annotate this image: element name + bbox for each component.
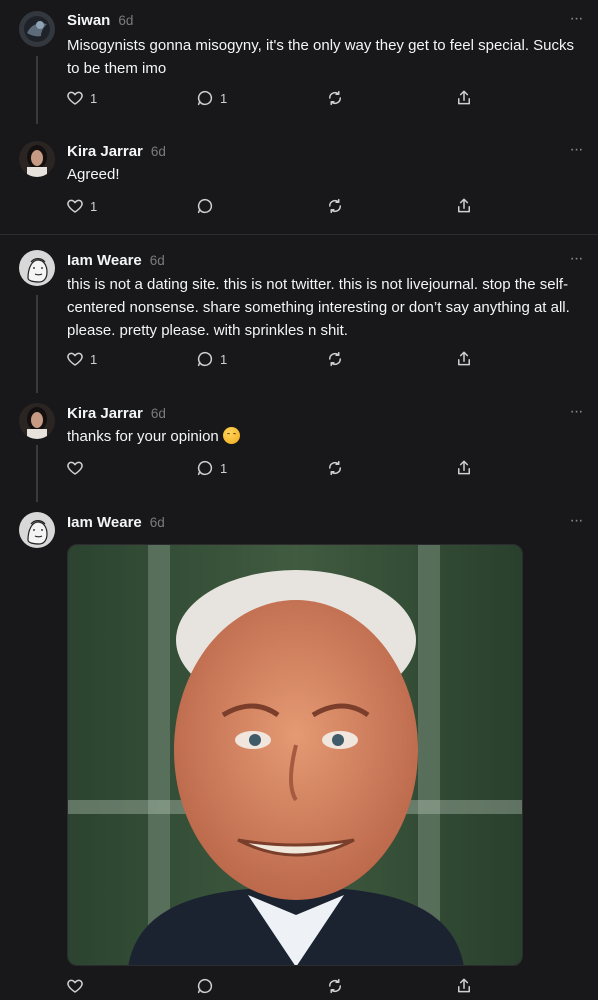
post-text: Agreed! xyxy=(67,166,120,183)
reply-button[interactable]: 1 xyxy=(196,88,227,108)
post-header: Kira Jarrar 6d xyxy=(67,143,166,163)
photo-of-grimacing-man-in-suit xyxy=(68,545,522,965)
reply-button[interactable] xyxy=(196,196,214,216)
reply-button[interactable]: 1 xyxy=(196,349,227,369)
heart-icon xyxy=(66,977,84,995)
reply-button[interactable]: 1 xyxy=(196,458,227,478)
comment-icon xyxy=(196,89,214,107)
comment-icon xyxy=(196,350,214,368)
share-button[interactable] xyxy=(455,976,473,996)
author-name[interactable]: Siwan xyxy=(67,12,110,29)
share-icon xyxy=(455,350,473,368)
post-header: Siwan 6d xyxy=(67,12,133,32)
post-header: Kira Jarrar 6d xyxy=(67,405,166,425)
sketch-face-avatar-icon xyxy=(19,512,55,548)
author-name[interactable]: Kira Jarrar xyxy=(67,143,143,160)
like-button[interactable]: 1 xyxy=(66,349,97,369)
share-button[interactable] xyxy=(455,349,473,369)
reply-count: 1 xyxy=(220,90,228,106)
woman-avatar-icon xyxy=(19,141,55,177)
avatar[interactable] xyxy=(19,11,55,47)
like-count: 1 xyxy=(90,198,98,214)
reply-count: 1 xyxy=(220,460,228,476)
like-count: 1 xyxy=(90,351,98,367)
comment-icon xyxy=(196,977,214,995)
like-button[interactable]: 1 xyxy=(66,196,97,216)
heart-icon xyxy=(66,89,84,107)
post-actions: 1 xyxy=(66,458,486,478)
repost-button[interactable] xyxy=(326,196,344,216)
more-options-icon[interactable]: ··· xyxy=(566,404,586,427)
post-actions: 1 1 xyxy=(66,88,486,108)
post-text: thanks for your opinion xyxy=(67,425,578,448)
heart-icon xyxy=(66,350,84,368)
share-button[interactable] xyxy=(455,196,473,216)
post-media-image[interactable] xyxy=(67,544,523,966)
repost-icon xyxy=(326,197,344,215)
avatar[interactable] xyxy=(19,250,55,286)
author-name[interactable]: Iam Weare xyxy=(67,514,142,531)
post-time: 6d xyxy=(150,144,166,159)
woman-avatar-icon xyxy=(19,403,55,439)
sketch-face-avatar-icon xyxy=(19,250,55,286)
repost-icon xyxy=(326,977,344,995)
heart-icon xyxy=(66,197,84,215)
thread-connector xyxy=(36,56,38,124)
share-button[interactable] xyxy=(455,88,473,108)
share-icon xyxy=(455,89,473,107)
like-button[interactable]: 1 xyxy=(66,88,97,108)
like-button[interactable] xyxy=(66,458,84,478)
repost-icon xyxy=(326,89,344,107)
share-icon xyxy=(455,459,473,477)
repost-icon xyxy=(326,459,344,477)
repost-button[interactable] xyxy=(326,458,344,478)
avatar[interactable] xyxy=(19,512,55,548)
post-time: 6d xyxy=(149,253,165,268)
post-time: 6d xyxy=(149,515,165,530)
author-name[interactable]: Kira Jarrar xyxy=(67,405,143,422)
more-options-icon[interactable]: ··· xyxy=(566,11,586,34)
share-button[interactable] xyxy=(455,458,473,478)
post-header: Iam Weare 6d xyxy=(67,514,165,534)
post-text: this is not a dating site. this is not t… xyxy=(67,276,570,339)
dark-avatar-icon xyxy=(19,11,55,47)
like-button[interactable] xyxy=(66,976,84,996)
post-actions xyxy=(66,976,486,996)
hugging-face-emoji xyxy=(222,427,240,444)
share-icon xyxy=(455,977,473,995)
post-header: Iam Weare 6d xyxy=(67,252,165,272)
more-options-icon[interactable]: ··· xyxy=(566,142,586,165)
repost-icon xyxy=(326,350,344,368)
avatar[interactable] xyxy=(19,141,55,177)
repost-button[interactable] xyxy=(326,349,344,369)
reply-button[interactable] xyxy=(196,976,214,996)
reply-count: 1 xyxy=(220,351,228,367)
thread-connector xyxy=(36,295,38,393)
comment-icon xyxy=(196,459,214,477)
avatar[interactable] xyxy=(19,403,55,439)
more-options-icon[interactable]: ··· xyxy=(566,251,586,274)
heart-icon xyxy=(66,459,84,477)
thread-connector xyxy=(36,445,38,502)
thread-feed: Siwan 6d ··· Misogynists gonna misogyny,… xyxy=(0,0,598,1000)
post-text-content: thanks for your opinion xyxy=(67,428,219,445)
more-options-icon[interactable]: ··· xyxy=(566,513,586,536)
post-actions: 1 1 xyxy=(66,349,486,369)
share-icon xyxy=(455,197,473,215)
post-text: Misogynists gonna misogyny, it's the onl… xyxy=(67,37,574,77)
post-time: 6d xyxy=(118,13,134,28)
author-name[interactable]: Iam Weare xyxy=(67,252,142,269)
thread-divider xyxy=(0,234,598,235)
repost-button[interactable] xyxy=(326,976,344,996)
post-time: 6d xyxy=(150,406,166,421)
comment-icon xyxy=(196,197,214,215)
post-actions: 1 xyxy=(66,196,486,216)
like-count: 1 xyxy=(90,90,98,106)
repost-button[interactable] xyxy=(326,88,344,108)
